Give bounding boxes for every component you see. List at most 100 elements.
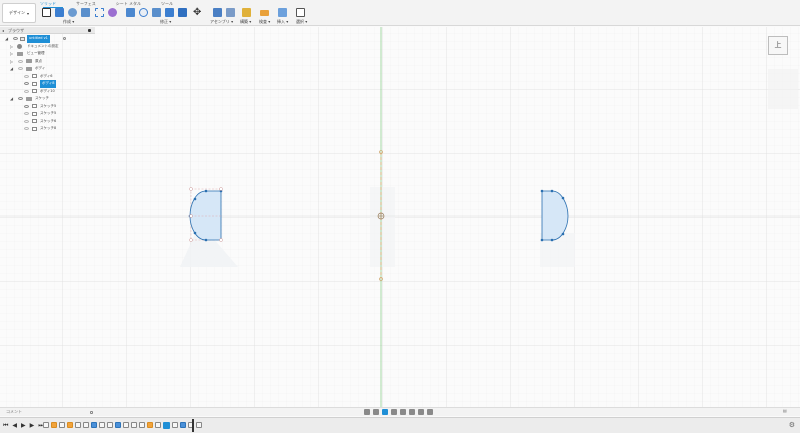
group-inspect[interactable]: 検査 ▾ bbox=[259, 19, 270, 25]
sketch-vertex[interactable] bbox=[561, 232, 565, 236]
browser-pin-icon[interactable] bbox=[88, 29, 91, 32]
timeline-feature[interactable] bbox=[155, 422, 161, 428]
timeline-feature[interactable] bbox=[115, 422, 121, 428]
tab-solid[interactable]: ソリッド bbox=[40, 1, 56, 7]
chamfer-icon[interactable] bbox=[152, 8, 161, 17]
combine-icon[interactable] bbox=[178, 8, 187, 17]
timeline-feature[interactable] bbox=[131, 422, 137, 428]
grip-handle[interactable] bbox=[189, 238, 193, 242]
create-sketch-icon[interactable] bbox=[42, 8, 51, 17]
tree-item-body10[interactable]: ボディ10 bbox=[0, 88, 95, 96]
group-assemble[interactable]: アセンブリ ▾ bbox=[210, 19, 233, 25]
tree-item-body8[interactable]: ボディ8 bbox=[0, 80, 95, 88]
timeline-feature[interactable] bbox=[172, 422, 178, 428]
group-select[interactable]: 選択 ▾ bbox=[296, 19, 307, 25]
comments-expand-icon[interactable] bbox=[90, 410, 93, 414]
new-component-icon[interactable] bbox=[213, 8, 222, 17]
timeline-feature[interactable] bbox=[43, 422, 49, 428]
tree-item-origin[interactable]: ▷ 原点 bbox=[0, 58, 95, 66]
look-at-icon[interactable] bbox=[373, 408, 379, 415]
grip-handle[interactable] bbox=[219, 187, 223, 191]
tree-item-sketch5b[interactable]: スケッチ5 bbox=[0, 110, 95, 118]
sketch-vertex[interactable] bbox=[193, 231, 197, 235]
timeline-marker[interactable] bbox=[192, 419, 194, 432]
tree-item-sketch8[interactable]: スケッチ8 bbox=[0, 125, 95, 133]
orbit-icon[interactable] bbox=[364, 408, 370, 415]
group-construct[interactable]: 構築 ▾ bbox=[240, 19, 251, 25]
group-insert[interactable]: 挿入 ▾ bbox=[277, 19, 288, 25]
visibility-eye-icon[interactable] bbox=[18, 67, 23, 70]
insert-image-icon[interactable] bbox=[278, 8, 287, 17]
select-icon[interactable] bbox=[296, 8, 305, 17]
collapse-arrow-icon[interactable]: ◂ bbox=[2, 27, 4, 34]
sketch-profile-right[interactable] bbox=[540, 189, 569, 242]
fillet-icon[interactable] bbox=[139, 8, 148, 17]
box-icon[interactable] bbox=[95, 8, 104, 17]
visibility-eye-icon[interactable] bbox=[18, 97, 23, 100]
timeline-feature[interactable] bbox=[107, 422, 113, 428]
sketch-vertex[interactable] bbox=[204, 238, 208, 242]
visibility-eye-icon[interactable] bbox=[18, 59, 23, 63]
offset-plane-icon[interactable] bbox=[242, 8, 251, 17]
timeline-feature[interactable] bbox=[67, 422, 73, 428]
tab-tools[interactable]: ツール bbox=[161, 1, 173, 7]
timeline-feature[interactable] bbox=[99, 422, 105, 428]
expand-triangle-icon[interactable]: ▷ bbox=[10, 50, 13, 58]
press-pull-icon[interactable] bbox=[126, 8, 135, 17]
tree-item-root[interactable]: ◢ untitled v1 bbox=[0, 35, 95, 43]
sketch-vertex[interactable] bbox=[540, 189, 544, 193]
timeline-feature[interactable] bbox=[139, 422, 145, 428]
go-to-start-button[interactable]: ⏮ bbox=[3, 422, 8, 430]
display-settings-icon[interactable] bbox=[409, 408, 415, 415]
step-forward-button[interactable]: ▶ bbox=[30, 422, 35, 430]
timeline-feature[interactable] bbox=[123, 422, 129, 428]
measure-icon[interactable] bbox=[260, 10, 269, 16]
visibility-eye-icon[interactable] bbox=[24, 127, 29, 130]
visibility-eye-icon[interactable] bbox=[24, 112, 29, 115]
sweep-icon[interactable] bbox=[81, 8, 90, 17]
group-modify[interactable]: 修正 ▾ bbox=[160, 19, 171, 25]
visibility-eye-icon[interactable] bbox=[24, 104, 29, 108]
units-indicator-icon[interactable]: ▤ bbox=[783, 408, 787, 413]
tab-surface[interactable]: サーフェス bbox=[76, 1, 96, 7]
timeline-feature[interactable] bbox=[180, 422, 186, 428]
visibility-eye-icon[interactable] bbox=[24, 119, 29, 123]
expand-triangle-icon[interactable]: ▷ bbox=[10, 43, 13, 51]
zoom-icon[interactable] bbox=[391, 408, 397, 415]
gear-icon[interactable]: ⚙ bbox=[789, 421, 795, 429]
timeline-feature-active[interactable] bbox=[163, 422, 170, 429]
tree-item-sketch5[interactable]: スケッチ5 bbox=[0, 103, 95, 111]
browser-panel-header[interactable]: ◂ ブラウザ bbox=[0, 27, 95, 34]
visibility-eye-icon[interactable] bbox=[24, 89, 29, 93]
expand-triangle-icon[interactable]: ◢ bbox=[5, 35, 8, 43]
grid-settings-icon[interactable] bbox=[418, 408, 424, 415]
timeline-feature[interactable] bbox=[75, 422, 81, 428]
grip-handle[interactable] bbox=[189, 214, 193, 218]
timeline-feature[interactable] bbox=[59, 422, 65, 428]
tab-sheet-metal[interactable]: シート メタル bbox=[116, 1, 141, 7]
sketch-vertex[interactable] bbox=[193, 197, 197, 201]
timeline-feature[interactable] bbox=[83, 422, 89, 428]
sketch-vertex[interactable] bbox=[204, 189, 208, 193]
timeline-feature[interactable] bbox=[196, 422, 202, 428]
sketch-vertex[interactable] bbox=[550, 189, 554, 193]
pan-icon[interactable] bbox=[382, 408, 388, 415]
step-back-button[interactable]: ◀ bbox=[12, 422, 17, 430]
tree-item-document-settings[interactable]: ▷ ドキュメントの設定 bbox=[0, 43, 95, 51]
grip-handle[interactable] bbox=[219, 238, 223, 242]
view-cube[interactable]: 上 bbox=[768, 36, 788, 55]
sketch-vertex[interactable] bbox=[561, 196, 565, 200]
joint-icon[interactable] bbox=[226, 8, 235, 17]
expand-triangle-icon[interactable]: ◢ bbox=[10, 65, 13, 73]
visibility-eye-icon[interactable] bbox=[24, 74, 29, 78]
fit-icon[interactable] bbox=[400, 408, 406, 415]
timeline-feature[interactable] bbox=[147, 422, 153, 428]
view-cube-face-top[interactable]: 上 bbox=[775, 41, 782, 49]
tree-item-body6[interactable]: ボディ6 bbox=[0, 73, 95, 81]
sketch-vertex[interactable] bbox=[540, 238, 544, 242]
tree-item-bodies[interactable]: ◢ ボディ bbox=[0, 65, 95, 73]
shell-icon[interactable] bbox=[165, 8, 174, 17]
activate-radio-icon[interactable] bbox=[63, 37, 66, 40]
tree-item-sketches[interactable]: ◢ スケッチ bbox=[0, 95, 95, 103]
tree-item-sketch6[interactable]: スケッチ6 bbox=[0, 118, 95, 126]
